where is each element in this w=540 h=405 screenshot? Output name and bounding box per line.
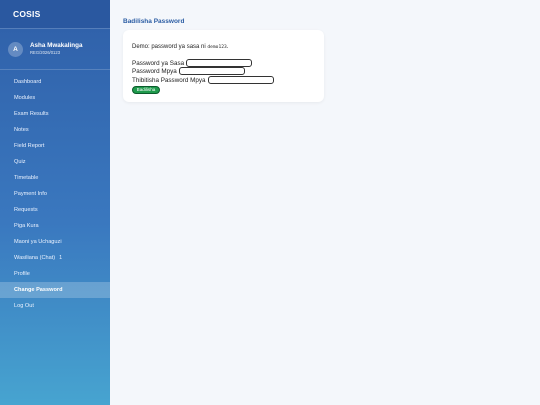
sidebar-item-profile[interactable]: Profile xyxy=(0,266,110,282)
current-password-label: Password ya Sasa xyxy=(132,59,185,67)
change-password-card: Demo: password ya sasa ni demo123. Passw… xyxy=(123,30,324,102)
sidebar-item-modules[interactable]: Modules xyxy=(0,90,110,106)
sidebar-item-piga-kura[interactable]: Piga Kura xyxy=(0,218,110,234)
sidebar-item-label: Dashboard xyxy=(14,79,42,85)
demo-password-code: demo123 xyxy=(207,45,227,50)
new-password-row: Password Mpya xyxy=(132,67,245,75)
sidebar-item-label: Modules xyxy=(14,95,36,101)
brand-logo: COSIS xyxy=(0,0,110,28)
sidebar-item-label: Payment Info xyxy=(14,191,47,197)
sidebar-item-label: Log Out xyxy=(14,303,34,309)
new-password-input[interactable] xyxy=(178,67,245,75)
main-content: Badilisha Password Demo: password ya sas… xyxy=(110,0,540,405)
chat-count-badge: 1 xyxy=(59,255,63,261)
user-name: Asha Mwakalinga xyxy=(30,42,83,49)
user-panel: A Asha Mwakalinga REG/2026/0123 xyxy=(0,28,110,70)
user-info: Asha Mwakalinga REG/2026/0123 xyxy=(30,42,83,56)
sidebar-item-log-out[interactable]: Log Out xyxy=(0,298,110,314)
demo-hint: Demo: password ya sasa ni demo123. xyxy=(132,44,228,50)
sidebar: COSIS A Asha Mwakalinga REG/2026/0123 Da… xyxy=(0,0,110,405)
sidebar-item-payment-info[interactable]: Payment Info xyxy=(0,186,110,202)
sidebar-item-exam-results[interactable]: Exam Results xyxy=(0,106,110,122)
sidebar-item-quiz[interactable]: Quiz xyxy=(0,154,110,170)
change-password-button[interactable]: Badilisha xyxy=(132,86,160,94)
demo-hint-end: . xyxy=(226,44,229,50)
sidebar-item-change-password[interactable]: Change Password xyxy=(0,282,110,298)
sidebar-item-label: Exam Results xyxy=(14,111,49,117)
sidebar-nav: Dashboard Modules Exam Results Notes Fie… xyxy=(0,70,110,314)
sidebar-item-field-report[interactable]: Field Report xyxy=(0,138,110,154)
sidebar-item-label: Maoni ya Uchaguzi xyxy=(14,239,62,245)
confirm-password-input[interactable] xyxy=(207,76,274,84)
sidebar-item-requests[interactable]: Requests xyxy=(0,202,110,218)
confirm-password-label: Thibitisha Password Mpya xyxy=(132,76,206,84)
sidebar-item-label: Notes xyxy=(14,127,29,133)
user-reg-number: REG/2026/0123 xyxy=(30,50,61,55)
sidebar-item-label: Requests xyxy=(14,207,38,213)
demo-hint-text: Demo: password ya sasa ni xyxy=(132,44,206,50)
sidebar-item-label: Profile xyxy=(14,271,30,277)
new-password-label: Password Mpya xyxy=(132,67,177,75)
sidebar-item-label: Piga Kura xyxy=(14,223,39,229)
sidebar-item-timetable[interactable]: Timetable xyxy=(0,170,110,186)
confirm-password-row: Thibitisha Password Mpya xyxy=(132,76,274,84)
avatar: A xyxy=(8,41,23,57)
sidebar-item-maoni-ya-uchaguzi[interactable]: Maoni ya Uchaguzi xyxy=(0,234,110,250)
sidebar-item-notes[interactable]: Notes xyxy=(0,122,110,138)
page-title: Badilisha Password xyxy=(123,18,185,25)
sidebar-item-label: Wasiliana (Chat) xyxy=(14,255,56,261)
sidebar-item-chat[interactable]: Wasiliana (Chat) 1 xyxy=(0,250,110,266)
current-password-row: Password ya Sasa xyxy=(132,59,253,67)
sidebar-item-dashboard[interactable]: Dashboard xyxy=(0,74,110,90)
sidebar-item-label: Quiz xyxy=(14,159,26,165)
sidebar-item-label: Change Password xyxy=(14,287,63,293)
current-password-input[interactable] xyxy=(186,59,253,67)
sidebar-item-label: Timetable xyxy=(14,175,39,181)
sidebar-item-label: Field Report xyxy=(14,143,45,149)
